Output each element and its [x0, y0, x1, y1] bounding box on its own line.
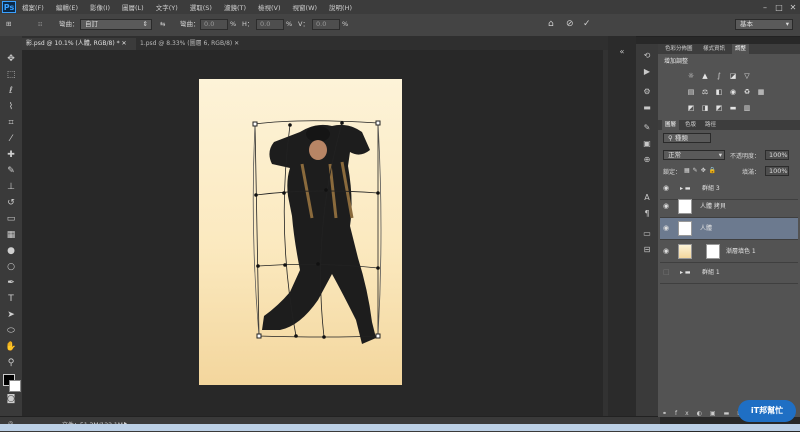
- gradient-map-icon[interactable]: ▬: [728, 104, 738, 113]
- layers-tabs: 圖層 色版 路徑: [658, 120, 800, 130]
- paragraph-panel-icon[interactable]: ¶: [640, 208, 654, 220]
- brightness-icon[interactable]: ☼: [686, 72, 696, 81]
- tab-styles[interactable]: 樣式資訊: [700, 44, 728, 54]
- clone-source-icon[interactable]: ⊕: [640, 154, 654, 166]
- fill-label: 填滿：: [742, 169, 761, 176]
- person-hat: [306, 126, 330, 142]
- person-face: [309, 140, 327, 160]
- lock-label: 鎖定：: [663, 169, 682, 176]
- photo-filter-icon[interactable]: ◉: [728, 88, 738, 97]
- person-figure: [262, 124, 376, 344]
- gradient-thumbnail: [678, 244, 692, 259]
- layer-mask-thumbnail: [706, 244, 720, 259]
- tool-presets-icon[interactable]: ✎: [640, 122, 654, 134]
- collapse-arrows-icon[interactable]: «: [615, 46, 629, 58]
- invert-icon[interactable]: ◩: [686, 104, 696, 113]
- tab-layers[interactable]: 圖層: [662, 120, 680, 130]
- tab-histogram[interactable]: 色彩分佈圖: [662, 44, 696, 54]
- visibility-eye-icon[interactable]: ◉: [663, 241, 671, 262]
- hue-saturation-icon[interactable]: ▤: [686, 88, 696, 97]
- color-balance-icon[interactable]: ⚖: [700, 88, 710, 97]
- actions-panel-icon[interactable]: ▶: [640, 66, 654, 78]
- measure-panel-icon[interactable]: ▬: [640, 102, 654, 114]
- visibility-eye-icon[interactable]: ◉: [663, 196, 671, 217]
- os-taskbar: [0, 424, 800, 431]
- layer-row-person[interactable]: ◉ 人體: [660, 218, 798, 240]
- history-panel-icon[interactable]: ⟲: [640, 50, 654, 62]
- curves-icon[interactable]: ∫: [714, 72, 724, 81]
- notes-icon[interactable]: ⊟: [640, 244, 654, 256]
- layer-row-gradient-fill[interactable]: ◉ 漸層填色 1: [660, 241, 798, 263]
- layer-row-person-copy[interactable]: ◉ 人體 拷貝: [660, 196, 798, 218]
- lock-icons[interactable]: ▦✎✥🔒: [684, 167, 719, 174]
- layer-filter-select[interactable]: ⚲ 種類: [663, 133, 711, 143]
- panel-icon-strip: ⟲ ▶ ⚙ ▬ ✎ ▣ ⊕ A ¶ ▭ ⊟: [636, 44, 659, 416]
- tab-channels[interactable]: 色版: [682, 120, 699, 130]
- tab-paths[interactable]: 路徑: [702, 120, 719, 130]
- layer-row-group-1[interactable]: □ ▸ ▬ 群組 1: [660, 262, 798, 284]
- visibility-eye-icon[interactable]: ◉: [663, 218, 671, 239]
- adjustments-title: 增加調整: [664, 58, 689, 65]
- 3d-panel-icon[interactable]: ⚙: [640, 86, 654, 98]
- channel-mixer-icon[interactable]: ♻: [742, 88, 752, 97]
- layer-thumbnail: [678, 199, 692, 214]
- layer-name: 人體 拷貝: [700, 203, 726, 210]
- selective-color-icon[interactable]: ▥: [742, 104, 752, 113]
- fill-input[interactable]: 100%: [765, 166, 789, 176]
- brush-panel-icon[interactable]: ▣: [640, 138, 654, 150]
- layer-name: 群組 1: [702, 269, 720, 276]
- exposure-icon[interactable]: ◪: [728, 72, 738, 81]
- color-lookup-icon[interactable]: ▦: [756, 88, 766, 97]
- chevron-down-icon: ▾: [718, 151, 722, 159]
- vibrance-icon[interactable]: ▽: [742, 72, 752, 81]
- threshold-icon[interactable]: ◩: [714, 104, 724, 113]
- posterize-icon[interactable]: ◨: [700, 104, 710, 113]
- collapsed-panel-strip: «: [608, 36, 636, 416]
- opacity-input[interactable]: 100%: [765, 150, 789, 160]
- layer-name: 漸層填色 1: [726, 248, 756, 255]
- tab-adjustments[interactable]: 調整: [732, 44, 750, 54]
- timeline-icon[interactable]: ▭: [640, 228, 654, 240]
- blend-mode-select[interactable]: 正常 ▾: [663, 150, 725, 160]
- layer-name: 人體: [700, 225, 713, 232]
- search-icon: ⚲: [668, 134, 673, 142]
- adjustments-tabs: 色彩分佈圖 樣式資訊 調整: [658, 44, 800, 54]
- layer-thumbnail: [678, 221, 692, 236]
- black-white-icon[interactable]: ◧: [714, 88, 724, 97]
- character-panel-icon[interactable]: A: [640, 192, 654, 204]
- visibility-off-icon[interactable]: □: [663, 262, 671, 283]
- site-watermark: iT邦幫忙: [738, 400, 796, 422]
- blend-mode-value: 正常: [668, 151, 681, 159]
- levels-icon[interactable]: ▲: [700, 72, 710, 81]
- opacity-label: 不透明度：: [730, 153, 761, 160]
- folder-icon: ▸ ▬: [680, 269, 691, 276]
